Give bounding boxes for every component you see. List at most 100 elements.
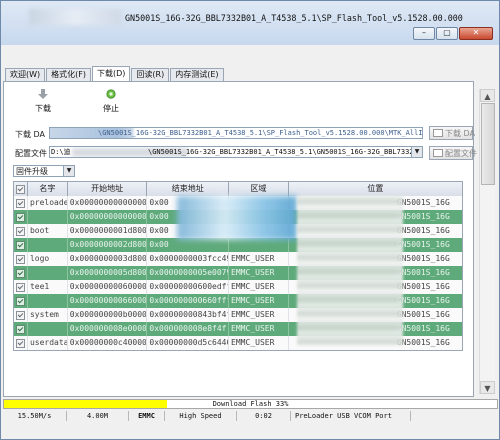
scatter-file-label: 配置文件	[15, 149, 47, 158]
cell-end-address: 0x00000000843bf4f	[147, 308, 230, 322]
cell-name	[28, 294, 68, 308]
chevron-down-icon: ▼	[63, 166, 74, 176]
cell-end-address: 0x00000000d5c6446b	[147, 336, 230, 350]
row-checkbox[interactable]	[14, 238, 28, 252]
tab-download[interactable]: 下载(D)	[92, 66, 131, 81]
row-checkbox[interactable]	[14, 308, 28, 322]
scatter-file-field[interactable]: D:\迪 \GN5001S_16G-32G_BBL7332B01_A_T4538…	[49, 146, 423, 158]
scatter-file-path: \GN5001S_16G-32G_BBL7332B01_A_T4538_5.1\…	[148, 148, 423, 156]
download-mode-value: 固件升级	[16, 167, 48, 176]
cell-region: EMMC_USER	[229, 280, 289, 294]
row-checkbox[interactable]	[14, 280, 28, 294]
scroll-down-icon[interactable]: ▼	[480, 381, 495, 394]
column-header-end[interactable]: 结束地址	[147, 182, 230, 196]
blurred-location-region	[297, 196, 403, 346]
row-checkbox[interactable]	[14, 196, 28, 210]
download-mode-select[interactable]: 固件升级 ▼	[13, 165, 75, 177]
scatter-file-button[interactable]: 配置文件	[429, 146, 477, 160]
cell-region: EMMC_USER	[229, 322, 289, 336]
cell-name	[28, 238, 68, 252]
cell-region: EMMC_USER	[229, 336, 289, 350]
cell-name: tee1	[28, 280, 68, 294]
cell-start-address: 0x000000000b000000	[68, 308, 148, 322]
download-button-label: 下载	[35, 104, 51, 113]
cell-name	[28, 266, 68, 280]
tab-readback[interactable]: 回读(R)	[131, 68, 170, 81]
cell-name: preloader	[28, 196, 68, 210]
status-size: 4.00M	[67, 411, 129, 421]
stop-icon	[106, 89, 116, 99]
cell-start-address: 0x0000000000000000	[68, 210, 148, 224]
close-button[interactable]: ✕	[459, 27, 493, 40]
cell-start-address: 0x0000000002d80000	[68, 238, 148, 252]
title-blurred-region	[29, 9, 121, 25]
chevron-down-icon[interactable]: ▼	[411, 147, 422, 157]
row-checkbox[interactable]	[14, 294, 28, 308]
window-bottom	[1, 423, 499, 439]
cell-region: EMMC_USER	[229, 294, 289, 308]
cell-end-address: 0x000000008e8f4f	[147, 322, 230, 336]
cell-end-address: 0x00	[147, 238, 230, 252]
download-button[interactable]: 下载	[31, 89, 55, 114]
cell-end-address: 0x0000000003fcc49d	[147, 252, 230, 266]
tab-memory-test[interactable]: 内存测试(E)	[170, 68, 224, 81]
column-header-start[interactable]: 开始地址	[68, 182, 148, 196]
window-title: GN5001S_16G-32G_BBL7332B01_A_T4538_5.1\S…	[125, 13, 463, 23]
cell-region: EMMC_USER	[229, 266, 289, 280]
status-speed: 15.50M/s	[3, 411, 67, 421]
cell-name	[28, 322, 68, 336]
maximize-button[interactable]: ▢	[436, 27, 458, 40]
tab-welcome[interactable]: 欢迎(W)	[5, 68, 46, 81]
download-agent-button-label: 下载 DA	[445, 129, 476, 138]
download-agent-path: \GN5001S_16G-32G_BBL7332B01_A_T4538_5.1\…	[98, 129, 423, 137]
row-checkbox[interactable]	[14, 266, 28, 280]
table-header: 名字 开始地址 结束地址 区域 位置	[14, 182, 462, 196]
minimize-button[interactable]: –	[413, 27, 435, 40]
tab-format[interactable]: 格式化(F)	[46, 68, 91, 81]
scrollbar-thumb[interactable]	[481, 103, 495, 185]
progress-label: Download Flash 33%	[212, 400, 289, 408]
cell-start-address: 0x0000000006600000	[68, 294, 148, 308]
checkbox-checked-icon	[15, 198, 25, 208]
row-checkbox[interactable]	[14, 322, 28, 336]
location-text: GN5001S_16G	[396, 338, 450, 347]
stop-button[interactable]: 停止	[99, 89, 123, 114]
column-header-region[interactable]: 区域	[229, 182, 289, 196]
download-agent-label: 下载 DA	[15, 130, 46, 139]
cell-name: system	[28, 308, 68, 322]
stop-button-label: 停止	[103, 104, 119, 113]
status-time: 0:02	[237, 411, 291, 421]
window-controls: – ▢ ✕	[413, 27, 493, 40]
cell-region: EMMC_USER	[229, 252, 289, 266]
cell-start-address: 0x0000000003d80000	[68, 252, 148, 266]
column-header-name[interactable]: 名字	[28, 182, 68, 196]
location-text: GN5001S_16G	[396, 296, 450, 305]
tab-bar: 欢迎(W) 格式化(F) 下载(D) 回读(R) 内存测试(E)	[5, 66, 225, 81]
download-agent-button[interactable]: 下载 DA	[429, 126, 476, 140]
row-checkbox[interactable]	[14, 210, 28, 224]
location-text: GN5001S_16G	[396, 226, 450, 235]
checkbox-checked-icon	[15, 212, 25, 222]
select-all-checkbox[interactable]	[14, 182, 28, 196]
app-window: GN5001S_16G-32G_BBL7332B01_A_T4538_5.1\S…	[0, 0, 500, 440]
cell-region: EMMC_USER	[229, 308, 289, 322]
download-arrow-icon	[38, 89, 48, 99]
cell-name: userdata	[28, 336, 68, 350]
row-checkbox[interactable]	[14, 252, 28, 266]
download-agent-field[interactable]: \GN5001S_16G-32G_BBL7332B01_A_T4538_5.1\…	[49, 127, 423, 139]
row-checkbox[interactable]	[14, 336, 28, 350]
checkbox-checked-icon	[15, 324, 25, 334]
vertical-scrollbar[interactable]: ▲ ▼	[479, 89, 495, 394]
location-text: GN5001S_16G	[396, 198, 450, 207]
cell-name	[28, 210, 68, 224]
checkbox-checked-icon	[15, 310, 25, 320]
cell-region	[229, 238, 289, 252]
row-checkbox[interactable]	[14, 224, 28, 238]
checkbox-checked-icon	[15, 254, 25, 264]
location-text: GN5001S_16G	[396, 324, 450, 333]
cell-end-address: 0x0000000005e0079f	[147, 266, 230, 280]
scroll-up-icon[interactable]: ▲	[480, 89, 495, 102]
status-port: PreLoader USB VCOM Port	[291, 411, 411, 421]
cell-start-address: 0x0000000001d80000	[68, 224, 148, 238]
column-header-location[interactable]: 位置	[289, 182, 462, 196]
